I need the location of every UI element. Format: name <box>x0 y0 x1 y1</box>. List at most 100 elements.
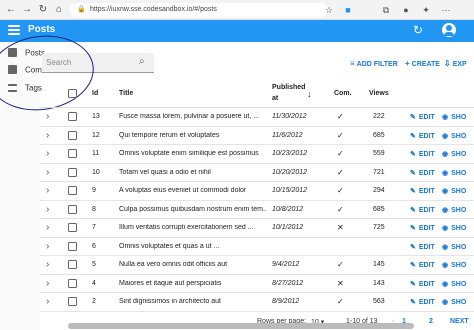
table-row[interactable]: › 5 Nulla ea vero omnis odit officiis aut 9… <box>40 256 474 275</box>
reload-icon[interactable]: ↻ <box>36 3 50 17</box>
table-row[interactable]: › 8 Culpa possimus quibusdam nostrum enim … <box>40 201 474 219</box>
cell-title: Nulla ea vero omnis odit officiis aut <box>119 261 228 268</box>
select-all-checkbox[interactable] <box>68 89 77 98</box>
show-button[interactable]: ◉ SHO <box>442 132 466 140</box>
show-button[interactable]: ◉ SHO <box>442 169 466 177</box>
edit-button[interactable]: ✎ EDIT <box>410 150 435 158</box>
sort-arrow-icon[interactable]: ↓ <box>307 89 312 99</box>
table-row[interactable]: › 9 A voluptas eius eveniet ut commodi dol… <box>40 182 474 201</box>
row-checkbox[interactable] <box>68 297 77 306</box>
edit-button[interactable]: ✎ EDIT <box>410 187 435 195</box>
show-button[interactable]: ◉ SHO <box>442 187 466 195</box>
cell-id: 2 <box>92 298 96 305</box>
row-checkbox[interactable] <box>68 186 77 195</box>
row-checkbox[interactable] <box>68 204 77 214</box>
expand-icon[interactable]: › <box>46 222 49 233</box>
cell-id: 7 <box>92 224 96 231</box>
expand-icon[interactable]: › <box>46 130 49 141</box>
header-published-at[interactable]: Published at <box>272 84 305 102</box>
expand-icon[interactable]: › <box>46 296 49 307</box>
row-checkbox[interactable] <box>68 130 77 140</box>
app-bar: Posts ↻ <box>0 20 474 42</box>
more-icon[interactable]: ⋯ <box>440 4 452 16</box>
edit-button[interactable]: ✎ EDIT <box>410 132 435 140</box>
edit-button[interactable]: ✎ EDIT <box>410 224 435 232</box>
show-button[interactable]: ◉ SHO <box>442 224 466 232</box>
cell-published-at: 10/20/2012 <box>272 168 308 176</box>
pencil-icon: ✎ <box>410 114 416 121</box>
row-checkbox[interactable] <box>68 260 77 269</box>
edit-button[interactable]: ✎ EDIT <box>410 261 435 269</box>
edit-button[interactable]: ✎ EDIT <box>410 169 435 177</box>
show-button[interactable]: ◉ SHO <box>442 150 466 158</box>
show-button[interactable]: ◉ SHO <box>442 280 466 288</box>
cell-published-at: 11/6/2012 <box>272 131 303 139</box>
table-row[interactable]: › 12 Qui tempore rerum et voluptates 11/6/2… <box>40 127 474 145</box>
row-checkbox[interactable] <box>68 149 77 158</box>
plus-icon: + <box>405 59 410 68</box>
horizontal-scrollbar[interactable] <box>68 323 414 329</box>
cell-commentable: ✕ <box>337 278 344 288</box>
cell-commentable: ✓ <box>337 167 344 177</box>
cell-commentable: ✓ <box>337 260 344 269</box>
page-2-button[interactable]: 2 <box>429 318 433 325</box>
header-title[interactable]: Title <box>119 90 133 97</box>
table-row[interactable]: › 10 Totam vel quasi a odio et nihil 10/20/… <box>40 164 474 182</box>
forward-icon[interactable]: → <box>20 3 34 17</box>
eye-icon: ◉ <box>442 225 449 232</box>
edit-button[interactable]: ✎ EDIT <box>410 298 435 306</box>
expand-icon[interactable]: › <box>46 259 49 270</box>
account-icon[interactable] <box>442 23 456 37</box>
expand-icon[interactable]: › <box>46 185 49 196</box>
show-button[interactable]: ◉ SHO <box>442 261 466 269</box>
row-checkbox[interactable] <box>68 112 77 121</box>
show-button[interactable]: ◉ SHO <box>442 113 466 121</box>
pencil-icon: ✎ <box>410 243 416 251</box>
pencil-icon: ✎ <box>410 299 416 306</box>
extension-icon[interactable]: ■ <box>342 4 354 16</box>
cell-commentable: ✓ <box>337 297 344 306</box>
table-row[interactable]: › 2 Sint dignissimos in architecto aut 8/9/… <box>40 293 474 312</box>
row-checkbox[interactable] <box>68 167 77 177</box>
header-id[interactable]: Id <box>92 90 98 97</box>
row-checkbox[interactable] <box>68 223 77 232</box>
search-icon[interactable]: ⌕ <box>139 56 145 67</box>
table-row[interactable]: › 4 Maiores et itaque aut perspiciatis 8/27… <box>40 275 474 293</box>
header-views[interactable]: Views <box>369 90 389 97</box>
favorite-icon[interactable]: ☆ <box>323 4 335 16</box>
create-button[interactable]: + CREATE <box>405 59 440 68</box>
table-row[interactable]: › 13 Fusce massa lorem, pulvinar a posuere… <box>40 108 474 127</box>
expand-icon[interactable]: › <box>46 204 49 215</box>
add-filter-button[interactable]: ≡ ADD FILTER <box>350 59 398 68</box>
menu-icon[interactable] <box>8 25 20 37</box>
show-button[interactable]: ◉ SHO <box>442 206 466 214</box>
expand-icon[interactable]: › <box>46 167 49 178</box>
row-checkbox[interactable] <box>68 278 77 288</box>
back-icon[interactable]: ← <box>4 3 18 17</box>
show-button[interactable]: ◉ SHO <box>442 298 466 306</box>
collections-icon[interactable]: ⧉ <box>380 4 392 16</box>
address-bar[interactable]: 🔒 https://iuxnw.sse.codesandbox.io/#/pos… <box>70 3 328 17</box>
edit-button[interactable]: ✎ EDIT <box>410 280 435 288</box>
extensions-icon[interactable]: ✦ <box>420 4 432 16</box>
edit-button[interactable]: ✎ EDIT <box>410 206 435 214</box>
expand-icon[interactable]: › <box>46 111 49 122</box>
table-row[interactable]: › 11 Omnis voluptate enim similique est po… <box>40 145 474 164</box>
row-checkbox[interactable] <box>68 241 77 251</box>
table-row[interactable]: › 7 Illum veritatis corrupti exercitatione… <box>40 219 474 238</box>
header-comments[interactable]: Com. <box>334 90 352 97</box>
edit-button[interactable]: ✎ EDIT <box>410 243 435 251</box>
expand-icon[interactable]: › <box>46 148 49 159</box>
cell-views: 563 <box>373 298 385 305</box>
export-button[interactable]: ⇩ EXP <box>444 59 467 68</box>
expand-icon[interactable]: › <box>46 241 49 252</box>
profile-icon[interactable]: ● <box>400 4 412 16</box>
edit-button[interactable]: ✎ EDIT <box>410 113 435 121</box>
expand-icon[interactable]: › <box>46 278 49 289</box>
table-row[interactable]: › 6 Omnis voluptates et quas a ut ... ✎ EDIT… <box>40 238 474 256</box>
show-button[interactable]: ◉ SHO <box>442 243 466 251</box>
next-page-button[interactable]: NEXT <box>450 318 469 325</box>
cell-views: 222 <box>373 113 385 120</box>
refresh-icon[interactable]: ↻ <box>413 23 423 37</box>
home-icon[interactable]: ⌂ <box>52 3 66 17</box>
